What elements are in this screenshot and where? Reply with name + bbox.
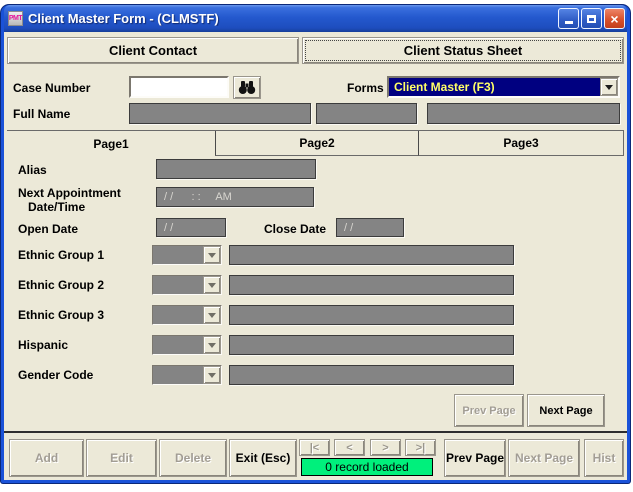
ethnic-group-1-description-field[interactable] [229, 245, 514, 265]
ethnic-group-1-label: Ethnic Group 1 [18, 248, 105, 262]
prev-record-button[interactable]: < [334, 439, 365, 456]
gender-code-dropdown-arrow-button[interactable] [203, 366, 221, 384]
tab-page3[interactable]: Page3 [418, 131, 624, 156]
alias-label: Alias [18, 163, 47, 177]
full-name-field-1[interactable] [129, 103, 311, 124]
tab-client-contact-label: Client Contact [108, 43, 198, 58]
next-record-button[interactable]: > [370, 439, 401, 456]
page-next-button[interactable]: Next Page [527, 394, 605, 427]
last-record-button[interactable]: >| [405, 439, 436, 456]
close-date-field[interactable]: / / [336, 218, 404, 237]
next-appointment-field[interactable]: / / : : AM [156, 187, 314, 207]
forms-label: Forms [347, 81, 384, 95]
tab-page3-label: Page3 [503, 136, 539, 150]
ethnic-group-1-dropdown-arrow-button[interactable] [203, 246, 221, 264]
ethnic-group-3-label: Ethnic Group 3 [18, 308, 105, 322]
alias-field[interactable] [156, 159, 316, 179]
exit-button[interactable]: Exit (Esc) [229, 439, 297, 477]
window-title: Client Master Form - (CLMSTF) [28, 11, 219, 26]
full-name-label: Full Name [13, 107, 71, 121]
close-date-label: Close Date [264, 222, 327, 236]
chevron-down-icon [208, 282, 216, 288]
first-record-button[interactable]: |< [299, 439, 330, 456]
gender-code-row: Gender Code [18, 365, 618, 386]
tab-page2[interactable]: Page2 [215, 131, 418, 156]
record-status-bar: 0 record loaded [301, 458, 433, 476]
hist-button[interactable]: Hist [584, 439, 624, 477]
chevron-down-icon [208, 342, 216, 348]
form-body: Client Contact Client Status Sheet Case … [4, 32, 627, 480]
ethnic-group-2-description-field[interactable] [229, 275, 514, 295]
forms-dropdown-arrow-button[interactable] [600, 78, 618, 96]
maximize-icon [587, 14, 596, 23]
app-icon: PMT [8, 11, 23, 26]
ethnic-group-1-row: Ethnic Group 1 [18, 245, 618, 266]
footer-prev-page-button[interactable]: Prev Page [444, 439, 506, 477]
ethnic-group-2-label: Ethnic Group 2 [18, 278, 105, 292]
tab-page2-label: Page2 [299, 136, 335, 150]
maximize-button[interactable] [581, 8, 602, 29]
footer-next-page-button[interactable]: Next Page [508, 439, 580, 477]
gender-code-code [153, 366, 203, 384]
page-tab-strip: Page1 Page2 Page3 [7, 130, 624, 156]
hispanic-label: Hispanic [18, 338, 69, 352]
ethnic-group-3-dropdown[interactable] [152, 305, 222, 325]
case-number-label: Case Number [13, 81, 91, 95]
tab-client-status-sheet[interactable]: Client Status Sheet [302, 37, 624, 64]
delete-button[interactable]: Delete [159, 439, 227, 477]
case-number-input[interactable] [129, 76, 229, 98]
title-bar[interactable]: PMT Client Master Form - (CLMSTF) × [4, 5, 627, 32]
ethnic-group-3-row: Ethnic Group 3 [18, 305, 618, 326]
next-appointment-label-line1: Next Appointment [18, 186, 121, 200]
chevron-down-icon [208, 372, 216, 378]
ethnic-group-2-code [153, 276, 203, 294]
binoculars-icon [238, 81, 256, 94]
client-master-form-window: PMT Client Master Form - (CLMSTF) × Clie… [1, 5, 630, 483]
case-search-button[interactable] [233, 76, 261, 99]
chevron-down-icon [208, 312, 216, 318]
ethnic-group-1-code [153, 246, 203, 264]
close-button[interactable]: × [604, 8, 625, 29]
gender-code-description-field[interactable] [229, 365, 514, 385]
full-name-field-2[interactable] [316, 103, 417, 124]
hispanic-dropdown-arrow-button[interactable] [203, 336, 221, 354]
hispanic-code [153, 336, 203, 354]
ethnic-group-1-dropdown[interactable] [152, 245, 222, 265]
tab-client-status-sheet-label: Client Status Sheet [403, 43, 523, 58]
chevron-down-icon [208, 252, 216, 258]
forms-dropdown[interactable]: Client Master (F3) [387, 76, 620, 98]
next-appointment-label-line2: Date/Time [28, 200, 86, 214]
forms-dropdown-value: Client Master (F3) [389, 78, 600, 96]
add-button[interactable]: Add [9, 439, 84, 477]
close-icon: × [610, 10, 619, 27]
page-prev-button[interactable]: Prev Page [454, 394, 524, 427]
tab-client-contact[interactable]: Client Contact [7, 37, 299, 64]
gender-code-label: Gender Code [18, 368, 94, 382]
ethnic-group-3-description-field[interactable] [229, 305, 514, 325]
hispanic-dropdown[interactable] [152, 335, 222, 355]
ethnic-group-2-dropdown[interactable] [152, 275, 222, 295]
open-date-label: Open Date [18, 222, 79, 236]
ethnic-group-3-code [153, 306, 203, 324]
ethnic-group-3-dropdown-arrow-button[interactable] [203, 306, 221, 324]
chevron-down-icon [605, 84, 613, 90]
footer-separator [4, 431, 627, 433]
tab-page1-label: Page1 [93, 136, 129, 151]
full-name-field-3[interactable] [427, 103, 620, 124]
ethnic-group-2-dropdown-arrow-button[interactable] [203, 276, 221, 294]
gender-code-dropdown[interactable] [152, 365, 222, 385]
minimize-icon [564, 21, 573, 24]
minimize-button[interactable] [558, 8, 579, 29]
open-date-field[interactable]: / / [156, 218, 226, 237]
hispanic-row: Hispanic [18, 335, 618, 356]
edit-button[interactable]: Edit [86, 439, 157, 477]
tab-page1[interactable]: Page1 [7, 131, 215, 156]
ethnic-group-2-row: Ethnic Group 2 [18, 275, 618, 296]
hispanic-description-field[interactable] [229, 335, 514, 355]
